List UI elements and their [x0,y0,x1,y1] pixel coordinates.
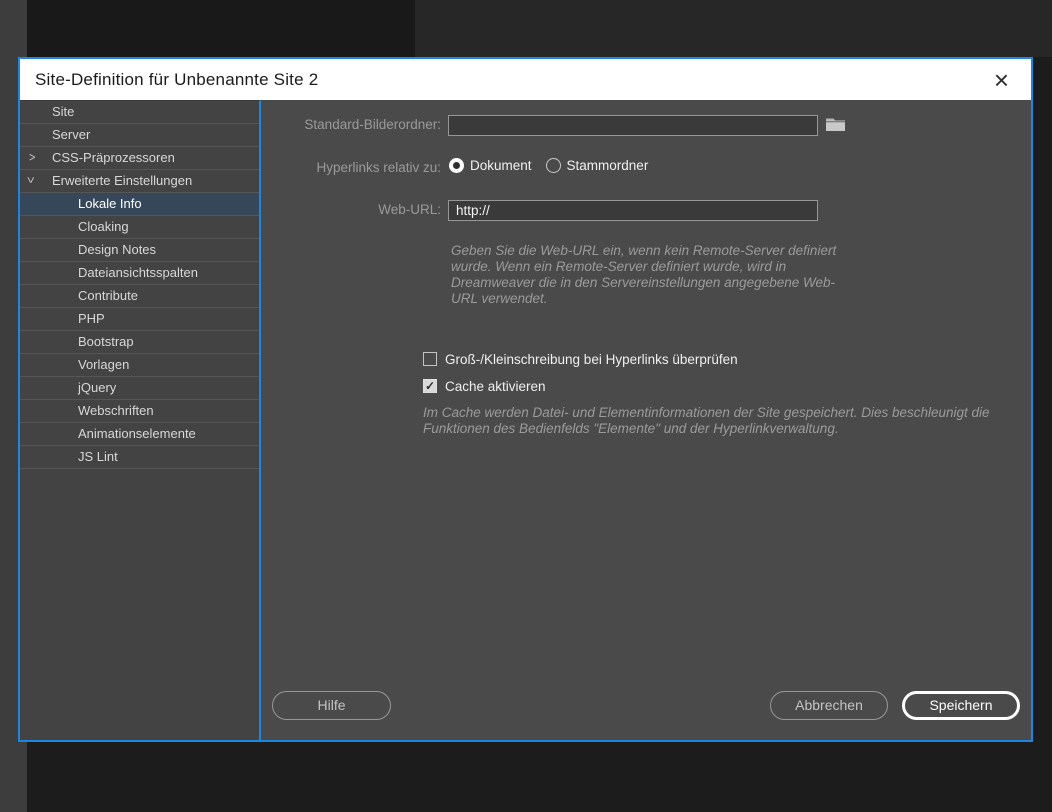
web-url-input[interactable] [448,200,818,221]
web-url-help-text: Geben Sie die Web-URL ein, wenn kein Rem… [451,243,837,306]
sidebar-item-dateiansichtsspalten[interactable]: Dateiansichtsspalten [20,262,259,285]
settings-panel: Standard-Bilderordner: Hyperlinks relati… [261,100,1031,740]
sidebar-item-label: Erweiterte Einstellungen [52,173,193,188]
default-images-folder-input[interactable] [448,115,818,136]
checkbox-row-cache-aktivieren[interactable]: ✓ Cache aktivieren [423,377,738,395]
sidebar-list: Site Server > CSS-Präprozessoren > Erweiterte… [20,100,261,740]
sidebar-item-server[interactable]: Server [20,124,259,147]
radio-option-label: Dokument [470,158,532,173]
dialog-titlebar: Site-Definition für Unbenannte Site 2 × [20,59,1031,100]
sidebar-item-js-lint[interactable]: JS Lint [20,446,259,469]
background-top-dark [27,0,415,57]
sidebar-item-label: CSS-Präprozessoren [52,150,175,165]
sidebar-item-animationselemente[interactable]: Animationselemente [20,423,259,446]
cancel-button[interactable]: Abbrechen [770,691,888,720]
sidebar-item-label: Server [52,127,91,142]
sidebar-item-label: JS Lint [78,449,118,464]
radio-option-dokument[interactable]: Dokument [449,158,532,173]
checkbox-label: Cache aktivieren [445,378,546,394]
folder-icon[interactable] [825,115,847,133]
sidebar-item-label: Dateiansichtsspalten [78,265,198,280]
sidebar-item-label: Design Notes [78,242,157,257]
sidebar-item-lokale-info[interactable]: Lokale Info [20,193,259,216]
chevron-right-icon[interactable]: > [29,145,35,171]
radio-option-stammordner[interactable]: Stammordner [545,158,649,173]
cache-help-text: Im Cache werden Datei- und Elementinform… [423,405,990,436]
sidebar-item-vorlagen[interactable]: Vorlagen [20,354,259,377]
checkbox-label: Groß-/Kleinschreibung bei Hyperlinks übe… [445,351,738,367]
sidebar-item-site[interactable]: Site [20,101,259,124]
default-images-folder-label: Standard-Bilderordner: [304,117,441,132]
sidebar-item-label: Lokale Info [78,196,142,211]
radio-option-label: Stammordner [566,158,649,173]
sidebar-item-label: Site [52,104,75,119]
sidebar-item-css-präprozessoren[interactable]: > CSS-Präprozessoren [20,147,259,170]
sidebar-item-label: Cloaking [78,219,129,234]
sidebar-item-label: Contribute [78,288,138,303]
sidebar-item-label: Bootstrap [78,334,134,349]
close-icon[interactable]: × [990,67,1013,93]
sidebar-item-jquery[interactable]: jQuery [20,377,259,400]
radio-unselected-icon[interactable] [545,158,561,173]
sidebar-item-php[interactable]: PHP [20,308,259,331]
sidebar-item-design-notes[interactable]: Design Notes [20,239,259,262]
sidebar-item-label: Webschriften [78,403,154,418]
help-button[interactable]: Hilfe [272,691,391,720]
sidebar-item-erweiterte-einstellungen[interactable]: > Erweiterte Einstellungen [20,170,259,193]
links-relative-radio-group: Dokument Stammordner [449,158,648,173]
chevron-down-icon[interactable]: > [17,177,43,183]
save-button[interactable]: Speichern [902,691,1020,720]
sidebar-item-contribute[interactable]: Contribute [20,285,259,308]
web-url-label: Web-URL: [378,202,441,217]
sidebar-item-label: jQuery [78,380,117,395]
dialog-body: Site Server > CSS-Präprozessoren > Erweiterte… [20,100,1031,740]
sidebar-item-bootstrap[interactable]: Bootstrap [20,331,259,354]
links-relative-label: Hyperlinks relativ zu: [316,160,441,175]
checkbox-row-groß-kleinschreibung-bei-hyperlinks-überprüfen[interactable]: Groß-/Kleinschreibung bei Hyperlinks übe… [423,350,738,368]
checkbox-unchecked-icon[interactable] [423,352,437,366]
site-definition-dialog: Site-Definition für Unbenannte Site 2 × … [18,57,1033,742]
checkbox-checked-icon[interactable]: ✓ [423,379,437,393]
background-top-right [415,0,1052,57]
radio-selected-icon[interactable] [449,158,464,173]
dialog-title: Site-Definition für Unbenannte Site 2 [35,69,319,89]
sidebar-item-label: Vorlagen [78,357,130,372]
sidebar-item-label: PHP [78,311,105,326]
sidebar-item-label: Animationselemente [78,426,196,441]
sidebar-item-webschriften[interactable]: Webschriften [20,400,259,423]
checkbox-group: Groß-/Kleinschreibung bei Hyperlinks übe… [423,350,738,404]
sidebar-item-cloaking[interactable]: Cloaking [20,216,259,239]
